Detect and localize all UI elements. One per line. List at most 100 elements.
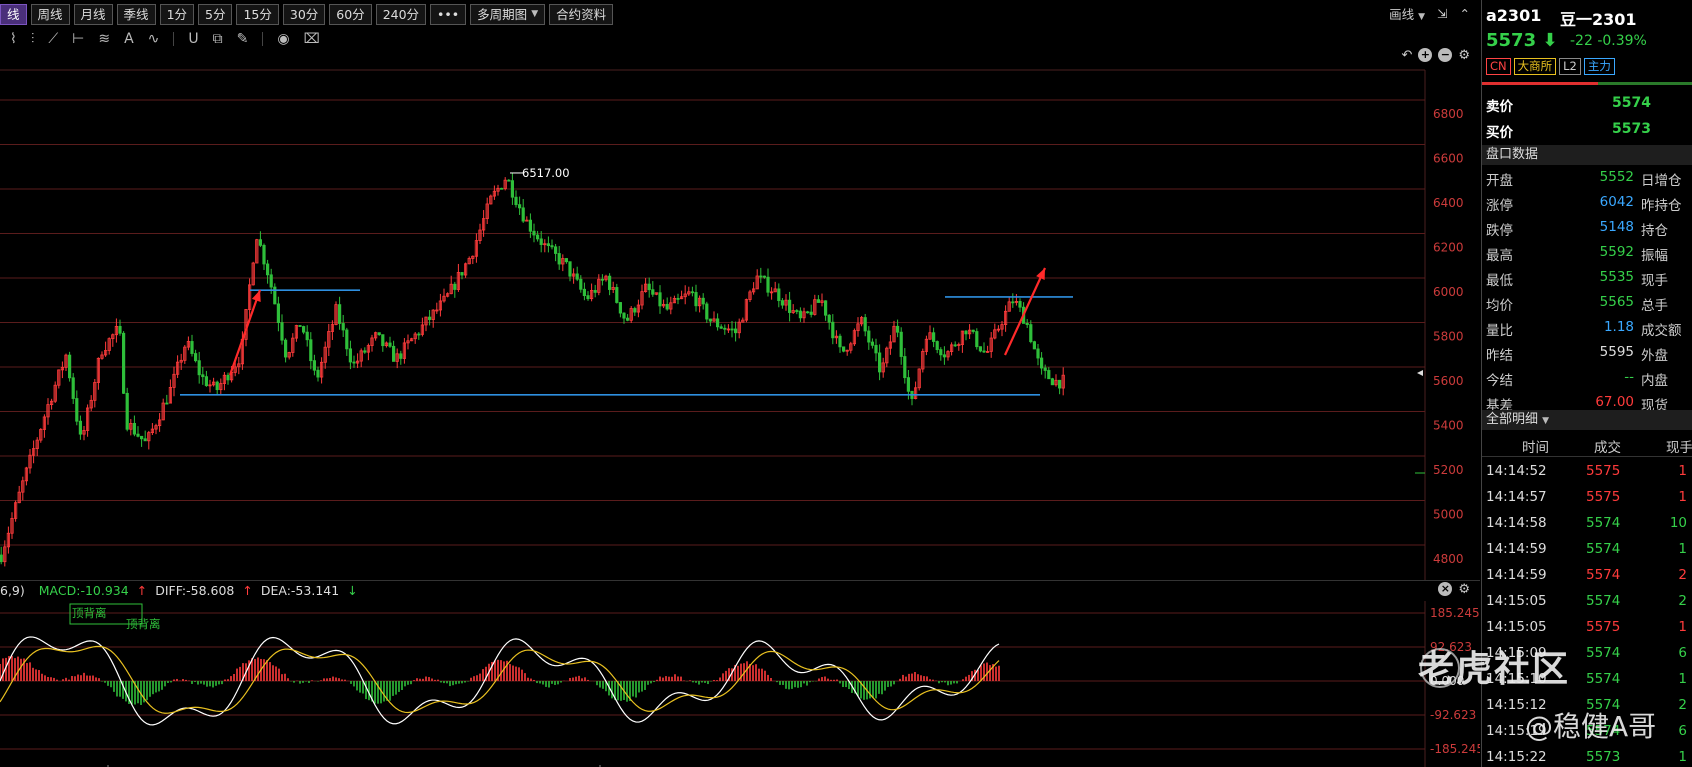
contract-info-button[interactable]: 合约资料 bbox=[549, 3, 614, 25]
candle-body bbox=[971, 329, 975, 332]
candle-body bbox=[190, 341, 194, 354]
candle-body bbox=[301, 326, 306, 333]
draw-controls: 画线 ▼ ⇲ ⌃ bbox=[1389, 4, 1470, 23]
period-button-1min[interactable]: 1分 bbox=[159, 3, 195, 25]
candle-body bbox=[863, 317, 867, 332]
trade-price: 5574 bbox=[1586, 567, 1621, 583]
trade-volume: 1 bbox=[1678, 671, 1687, 687]
trend-arrow-1-head bbox=[251, 290, 261, 302]
candle-body bbox=[337, 304, 342, 324]
close-icon[interactable]: × bbox=[1438, 582, 1453, 596]
trend-arrow-1[interactable] bbox=[228, 289, 262, 376]
row-label-2: 总手 bbox=[1641, 298, 1668, 314]
candle-body bbox=[870, 341, 875, 346]
trade-price: 5574 bbox=[1586, 515, 1621, 531]
multi-period-dropdown[interactable]: 多周期图 ▼ bbox=[470, 3, 546, 25]
edit-icon[interactable]: ✎ bbox=[237, 31, 249, 47]
eye-icon[interactable]: ◉ bbox=[277, 31, 289, 47]
expand-icon[interactable]: ⇲ bbox=[1437, 6, 1447, 21]
kline-chart[interactable]: 6517.00 6800 6600 6400 6200 6000 5800 5600 5400… bbox=[0, 50, 1480, 580]
multi-period-label: 多周期图 bbox=[477, 6, 528, 22]
candle-body bbox=[759, 275, 763, 278]
row-value: 5535 bbox=[1599, 269, 1634, 285]
market-data-row: 最高 5592 振幅 bbox=[1482, 241, 1692, 266]
trade-volume: 10 bbox=[1669, 515, 1687, 531]
macd-chart[interactable]: 顶背离顶背离 185.24592.6230.000-92.623-185.245 bbox=[0, 601, 1480, 767]
draw-line-dropdown[interactable]: 画线 ▼ bbox=[1389, 4, 1425, 23]
row-label-2: 现手 bbox=[1641, 273, 1668, 289]
trend-arrow-2[interactable] bbox=[1004, 267, 1046, 356]
fibonacci-icon[interactable]: ≋ bbox=[98, 31, 110, 47]
period-button-240min[interactable]: 240分 bbox=[375, 3, 427, 25]
candle-body bbox=[716, 318, 720, 328]
chevron-down-icon: ▼ bbox=[1542, 416, 1550, 426]
collapse-icon[interactable]: ⌃ bbox=[1460, 6, 1470, 21]
period-toolbar: 线 周线 月线 季线 1分 5分 15分 30分 60分 240分 ••• 多周… bbox=[0, 0, 1480, 28]
candle-body bbox=[935, 341, 939, 351]
candlestick-tool-icon[interactable]: ⫶ bbox=[31, 31, 35, 47]
price-marker bbox=[1417, 370, 1423, 377]
candle-body bbox=[226, 374, 230, 381]
watermark-author: @稳健A哥 bbox=[1525, 710, 1657, 743]
period-button-15min[interactable]: 15分 bbox=[236, 3, 279, 25]
period-button-day[interactable]: 线 bbox=[0, 3, 27, 25]
candle-body bbox=[964, 330, 968, 335]
brush-icon[interactable]: ∿ bbox=[148, 31, 160, 47]
candle-body bbox=[867, 330, 871, 343]
candle-body bbox=[298, 325, 302, 327]
row-label: 今结 bbox=[1486, 373, 1513, 389]
candle-body bbox=[665, 303, 669, 310]
row-label: 最低 bbox=[1486, 273, 1513, 289]
candle-body bbox=[564, 258, 569, 263]
row-label-2: 振幅 bbox=[1641, 248, 1668, 264]
candle-body bbox=[499, 187, 504, 190]
candle-body bbox=[341, 323, 345, 331]
candle-body bbox=[453, 283, 457, 290]
period-button-week[interactable]: 周线 bbox=[30, 3, 70, 25]
candle-body bbox=[316, 369, 320, 378]
trade-time: 14:15:22 bbox=[1486, 749, 1547, 765]
trend-line-icon[interactable]: ⟋ bbox=[48, 31, 58, 47]
period-button-5min[interactable]: 5分 bbox=[198, 3, 233, 25]
settings-icon[interactable]: ⚙ bbox=[1458, 582, 1470, 597]
market-data-row: 量比 1.18 成交额 bbox=[1482, 316, 1692, 341]
contract-code: a2301 bbox=[1486, 6, 1542, 25]
candle-body bbox=[806, 311, 810, 314]
magnet-icon[interactable]: U bbox=[188, 31, 198, 47]
text-tool-icon[interactable]: A bbox=[124, 31, 134, 47]
candle-body bbox=[309, 339, 313, 362]
candle-body bbox=[363, 350, 367, 353]
market-data-header[interactable]: 盘口数据 bbox=[1482, 145, 1692, 165]
more-periods-button[interactable]: ••• bbox=[430, 3, 467, 25]
y-tick-label: 6400 bbox=[1433, 196, 1464, 210]
period-button-30min[interactable]: 30分 bbox=[282, 3, 326, 25]
candle-body bbox=[132, 422, 136, 435]
period-button-month[interactable]: 月线 bbox=[73, 3, 113, 25]
candle-body bbox=[586, 295, 590, 300]
candle-body bbox=[701, 297, 705, 305]
candle-body bbox=[942, 354, 947, 358]
channel-tool-icon[interactable]: ⊢ bbox=[72, 31, 84, 47]
trash-icon[interactable]: ⌧ bbox=[304, 31, 320, 47]
high-label: 6517.00 bbox=[522, 166, 570, 180]
candle-body bbox=[615, 287, 619, 303]
bid-ask-strength-bar bbox=[1482, 82, 1692, 85]
copy-icon[interactable]: ⧉ bbox=[213, 31, 223, 47]
detail-header[interactable]: 全部明细 ▼ bbox=[1482, 410, 1692, 430]
candle-body bbox=[939, 349, 943, 356]
market-data-row: 最低 5535 现手 bbox=[1482, 266, 1692, 291]
macd-controls: × ⚙ bbox=[1438, 582, 1470, 597]
row-label: 跌停 bbox=[1486, 223, 1513, 239]
period-button-60min[interactable]: 60分 bbox=[329, 3, 372, 25]
period-button-quarter[interactable]: 季线 bbox=[116, 3, 156, 25]
candle-body bbox=[878, 352, 882, 373]
candle-body bbox=[896, 325, 900, 333]
cursor-icon[interactable]: ⌇ bbox=[10, 31, 17, 47]
market-data-row: 涨停 6042 昨持仓 bbox=[1482, 191, 1692, 216]
macd-params: 6,9) bbox=[0, 583, 25, 598]
toolbar-divider bbox=[173, 32, 175, 46]
candle-body bbox=[978, 346, 983, 352]
candle-body bbox=[197, 360, 201, 376]
trade-row: 14:14:52 5575 1 bbox=[1482, 460, 1692, 486]
candle-body bbox=[975, 331, 979, 348]
